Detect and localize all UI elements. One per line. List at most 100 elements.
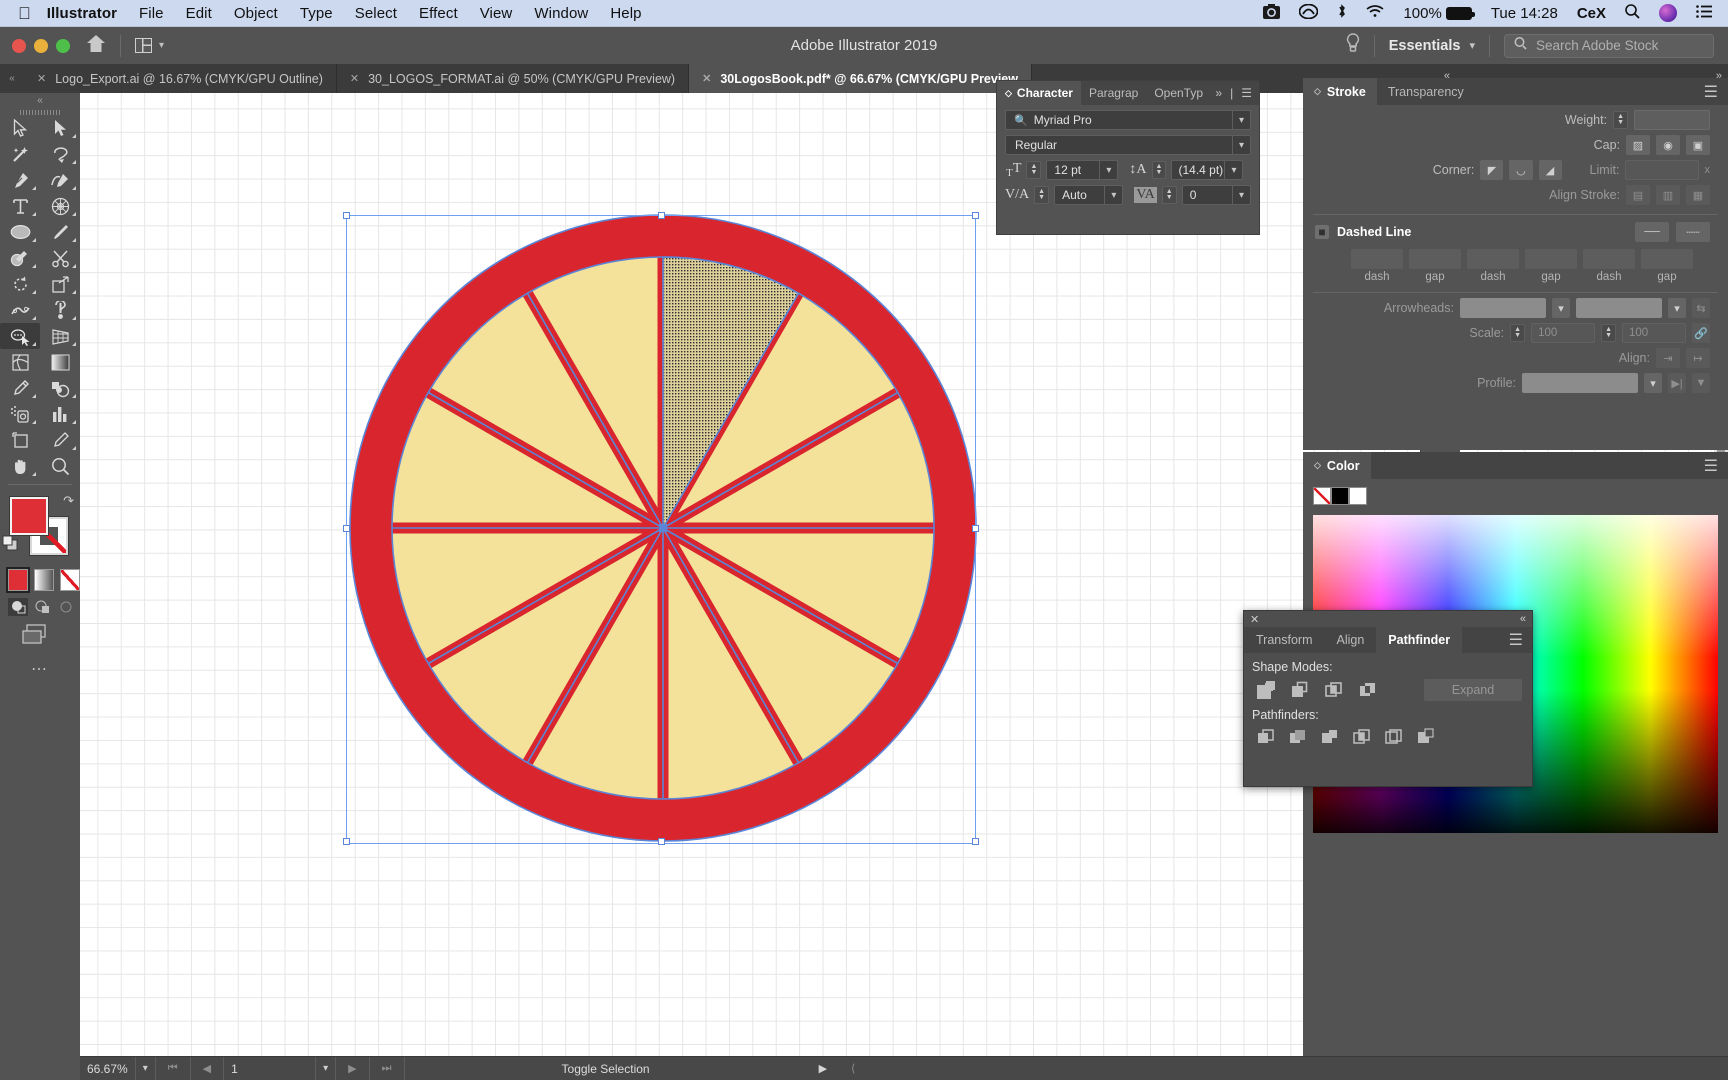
tool-artboard[interactable] <box>0 427 40 453</box>
scale-start-stepper[interactable]: ▲ ▼ <box>1510 324 1526 342</box>
gradient-button[interactable] <box>34 569 54 591</box>
tool-direct-selection[interactable] <box>40 115 80 141</box>
zoom-dropdown-button[interactable]: ▾ <box>135 1057 156 1080</box>
tool-flyout-indicator[interactable] <box>72 394 76 398</box>
weight-field[interactable] <box>1634 110 1710 130</box>
dash-input-2[interactable] <box>1467 249 1519 269</box>
menu-effect[interactable]: Effect <box>419 5 458 22</box>
bbox-handle-tr[interactable] <box>972 212 979 219</box>
scale-end-stepper[interactable]: ▲ ▼ <box>1601 324 1616 342</box>
corner-miter-button[interactable]: ◤ <box>1480 160 1504 180</box>
chevron-down-icon[interactable]: ▾ <box>1104 186 1122 204</box>
tool-flyout-indicator[interactable] <box>32 212 36 216</box>
chevron-down-icon[interactable]: ▾ <box>1469 39 1475 52</box>
tool-blend[interactable] <box>40 375 80 401</box>
weight-stepper[interactable]: ▲ ▼ <box>1613 111 1628 129</box>
gap-input-3[interactable] <box>1641 249 1693 269</box>
spotlight-search-icon[interactable] <box>1625 3 1640 23</box>
next-artboard-button[interactable]: ▶ <box>336 1057 370 1080</box>
bluetooth-icon[interactable] <box>1337 3 1347 23</box>
corner-round-button[interactable]: ◡ <box>1509 160 1533 180</box>
cap-round-button[interactable]: ◉ <box>1656 135 1680 155</box>
status-resize-grip[interactable]: ⟨ <box>839 1057 867 1080</box>
dash-input-1[interactable] <box>1351 249 1403 269</box>
pathfinder-trim-button[interactable] <box>1288 727 1308 747</box>
tool-flyout-indicator[interactable] <box>72 420 76 424</box>
white-swatch[interactable] <box>1349 487 1367 505</box>
close-icon[interactable]: ✕ <box>702 72 711 85</box>
scale-end-field[interactable]: 100 <box>1622 323 1686 343</box>
panel-menu-icon[interactable]: ☰ <box>1704 452 1728 479</box>
scale-start-field[interactable]: 100 <box>1531 323 1596 343</box>
panel-menu-icon[interactable]: ☰ <box>1509 627 1532 653</box>
tool-flyout-indicator[interactable] <box>72 446 76 450</box>
bbox-handle-bc[interactable] <box>658 838 665 845</box>
font-size-stepper[interactable]: ▲ ▼ <box>1026 161 1042 179</box>
wifi-icon[interactable] <box>1366 4 1384 22</box>
artboard-dropdown-button[interactable]: ▾ <box>316 1057 337 1080</box>
apple-logo-icon[interactable]:  <box>18 5 31 22</box>
tool-flyout-indicator[interactable] <box>72 342 76 346</box>
kerning-field[interactable]: Auto ▾ <box>1054 185 1124 205</box>
tab-color[interactable]: ◇ Color <box>1303 452 1371 479</box>
menu-select[interactable]: Select <box>355 5 397 22</box>
bbox-handle-mr[interactable] <box>972 525 979 532</box>
shape-mode-exclude-button[interactable] <box>1358 680 1378 700</box>
close-icon[interactable]: ✕ <box>1250 613 1259 626</box>
collapse-icon[interactable]: « <box>1520 613 1526 625</box>
tool-free-transform[interactable] <box>40 297 80 323</box>
swap-fill-stroke-icon[interactable]: ↷ <box>63 493 74 509</box>
zoom-level-field[interactable]: 66.67% <box>80 1057 136 1080</box>
leading-field[interactable]: (14.4 pt) ▾ <box>1171 160 1244 180</box>
tool-mesh[interactable] <box>0 349 40 375</box>
tool-paintbrush[interactable] <box>40 219 80 245</box>
tool-symbol-sprayer[interactable] <box>0 401 40 427</box>
workspace-switcher[interactable]: Essentials <box>1389 38 1461 54</box>
menu-edit[interactable]: Edit <box>186 5 212 22</box>
pathfinder-panel[interactable]: ✕ « Transform Align Pathfinder ☰ Shape M… <box>1243 610 1533 787</box>
screenshot-icon[interactable] <box>1263 3 1281 23</box>
tool-lasso[interactable] <box>40 141 80 167</box>
tab-opentype[interactable]: OpenTyp <box>1146 81 1211 105</box>
panel-menu-icon[interactable]: ☰ <box>1704 78 1728 105</box>
tool-selection[interactable] <box>0 115 40 141</box>
tool-width[interactable] <box>0 297 40 323</box>
adobe-stock-search[interactable]: Search Adobe Stock <box>1504 33 1714 58</box>
tool-perspective-grid[interactable] <box>40 323 80 349</box>
expand-docks-icon[interactable]: » <box>1716 70 1722 82</box>
tab-transform[interactable]: Transform <box>1244 627 1325 653</box>
tool-flyout-indicator[interactable] <box>32 238 36 242</box>
swap-arrowheads-icon[interactable]: ⇆ <box>1692 298 1710 318</box>
battery-indicator[interactable]: 100% <box>1403 5 1475 22</box>
user-name[interactable]: CeX <box>1577 5 1606 22</box>
font-size-field[interactable]: 12 pt ▾ <box>1046 160 1119 180</box>
bbox-handle-bl[interactable] <box>343 838 350 845</box>
pathfinder-divide-button[interactable] <box>1256 727 1276 747</box>
pathfinder-crop-button[interactable] <box>1352 727 1372 747</box>
first-artboard-button[interactable]: ⏮ <box>155 1057 191 1080</box>
dashed-line-checkbox[interactable]: ■ <box>1315 225 1329 239</box>
leading-stepper[interactable]: ▲ ▼ <box>1151 161 1167 179</box>
tab-character[interactable]: ◇ Character <box>997 81 1081 105</box>
tool-flyout-indicator[interactable] <box>72 238 76 242</box>
tool-flyout-indicator[interactable] <box>32 264 36 268</box>
menu-file[interactable]: File <box>139 5 164 22</box>
close-icon[interactable]: ✕ <box>350 72 359 85</box>
menu-window[interactable]: Window <box>534 5 588 22</box>
shape-mode-intersect-button[interactable] <box>1324 680 1344 700</box>
dash-input-3[interactable] <box>1583 249 1635 269</box>
gap-input-1[interactable] <box>1409 249 1461 269</box>
tool-flyout-indicator[interactable] <box>72 134 76 138</box>
limit-field[interactable] <box>1625 160 1699 180</box>
artwork-sliced-citrus-logo[interactable] <box>348 213 978 843</box>
chevron-down-icon[interactable]: ▾ <box>1231 136 1250 154</box>
shape-mode-unite-button[interactable] <box>1256 680 1276 700</box>
menu-object[interactable]: Object <box>234 5 278 22</box>
tool-flyout-indicator[interactable] <box>72 316 76 320</box>
tool-flyout-indicator[interactable] <box>72 186 76 190</box>
tool-scissors[interactable] <box>40 245 80 271</box>
tool-pen[interactable] <box>0 167 40 193</box>
tool-flyout-indicator[interactable] <box>32 394 36 398</box>
bbox-handle-tl[interactable] <box>343 212 350 219</box>
menu-type[interactable]: Type <box>300 5 333 22</box>
